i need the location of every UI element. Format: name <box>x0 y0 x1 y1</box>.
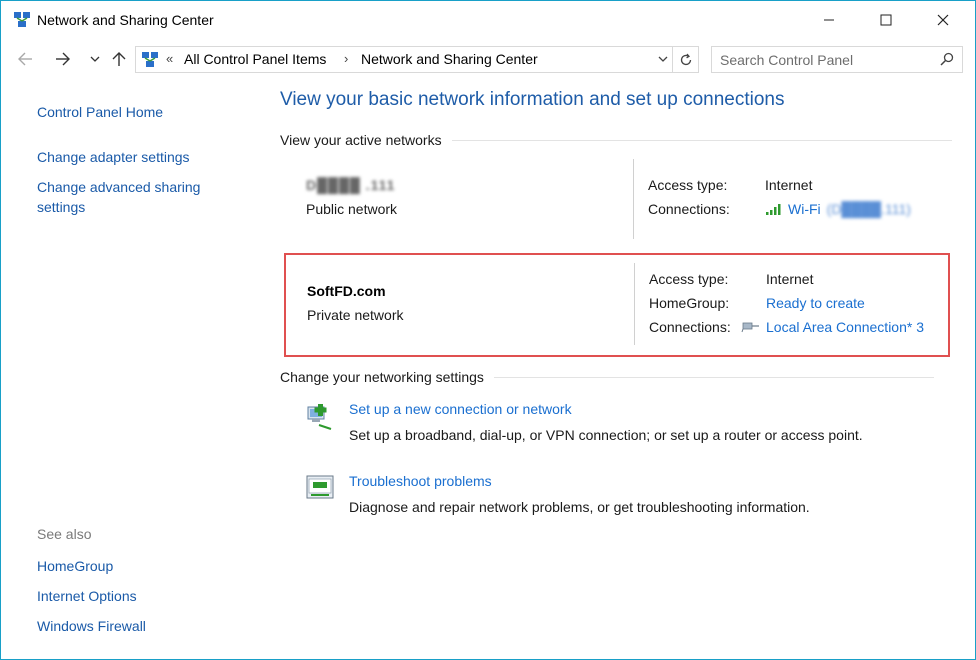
change-settings-section-header: Change your networking settings <box>280 369 960 385</box>
network-divider <box>634 263 635 345</box>
address-bar[interactable]: « All Control Panel Items › Network and … <box>135 46 673 73</box>
troubleshoot-icon <box>306 475 334 499</box>
connection-link[interactable]: Wi-Fi (D████.111) <box>765 201 911 217</box>
recent-locations-button[interactable] <box>83 47 107 71</box>
network-category: Private network <box>307 307 404 323</box>
chevron-down-icon <box>90 56 100 62</box>
minimize-icon <box>824 19 834 21</box>
connections-label: Connections: <box>648 201 730 217</box>
troubleshoot-description: Diagnose and repair network problems, or… <box>349 499 810 515</box>
control-panel-home-link[interactable]: Control Panel Home <box>37 102 163 122</box>
search-input[interactable] <box>712 47 932 72</box>
forward-button[interactable] <box>51 47 75 71</box>
access-type-label: Access type: <box>648 177 728 193</box>
change-settings-label: Change your networking settings <box>280 369 484 385</box>
new-connection-icon <box>307 404 332 430</box>
section-divider <box>451 139 952 141</box>
page-title: View your basic network information and … <box>280 89 785 110</box>
overflow-chevron[interactable]: « <box>166 51 173 66</box>
maximize-button[interactable] <box>863 1 909 39</box>
left-pane: Control Panel Home Change adapter settin… <box>1 81 263 659</box>
main-content: View your basic network information and … <box>263 81 975 659</box>
refresh-icon <box>680 53 691 65</box>
minimize-button[interactable] <box>806 1 852 39</box>
close-icon <box>937 14 949 26</box>
window-title: Network and Sharing Center <box>37 12 214 28</box>
chevron-down-icon <box>658 56 668 62</box>
change-adapter-settings-link[interactable]: Change adapter settings <box>37 147 190 167</box>
refresh-button[interactable] <box>673 46 699 73</box>
change-advanced-sharing-link[interactable]: Change advanced sharing settings <box>37 177 237 217</box>
section-divider <box>493 376 934 378</box>
maximize-icon <box>880 14 892 26</box>
local-area-connection-name[interactable]: Local Area Connection* 3 <box>766 319 924 335</box>
breadcrumb-current[interactable]: Network and Sharing Center <box>361 51 538 67</box>
breadcrumb-separator[interactable]: › <box>344 51 348 66</box>
homegroup-ready-link[interactable]: Ready to create <box>766 295 865 311</box>
back-arrow-icon <box>18 52 32 66</box>
network-app-icon <box>14 12 30 27</box>
see-also-heading: See also <box>37 526 92 542</box>
forward-arrow-icon <box>56 52 70 66</box>
address-dropdown[interactable] <box>658 51 668 65</box>
network-name: D████ .111 <box>306 177 396 193</box>
control-panel-icon <box>142 52 158 67</box>
internet-options-link[interactable]: Internet Options <box>37 586 137 606</box>
access-type-value: Internet <box>765 177 813 193</box>
homegroup-label: HomeGroup: <box>649 295 730 311</box>
troubleshoot-link[interactable]: Troubleshoot problems <box>349 473 492 489</box>
access-type-value: Internet <box>766 271 814 287</box>
network-card-highlighted: SoftFD.com Private network Access type: … <box>284 253 950 357</box>
search-box[interactable] <box>711 46 963 73</box>
network-category: Public network <box>306 201 398 217</box>
connections-label: Connections: <box>649 319 731 335</box>
windows-firewall-link[interactable]: Windows Firewall <box>37 616 146 636</box>
title-bar[interactable]: Network and Sharing Center <box>1 1 975 39</box>
setup-connection-link[interactable]: Set up a new connection or network <box>349 401 572 417</box>
connection-link[interactable]: Local Area Connection* 3 <box>741 319 924 335</box>
up-arrow-icon <box>112 52 126 66</box>
active-networks-section-header: View your active networks <box>280 132 960 148</box>
navigation-bar: « All Control Panel Items › Network and … <box>1 39 975 81</box>
network-card: D████ .111 Public network Access type: I… <box>285 159 947 239</box>
back-button[interactable] <box>13 47 37 71</box>
up-button[interactable] <box>107 47 131 71</box>
breadcrumb-all-items[interactable]: All Control Panel Items <box>184 51 326 67</box>
wifi-connection-name[interactable]: Wi-Fi <box>788 201 821 217</box>
wifi-signal-icon <box>766 204 781 215</box>
search-icon[interactable] <box>940 52 954 66</box>
close-button[interactable] <box>920 1 966 39</box>
setup-connection-description: Set up a broadband, dial-up, or VPN conn… <box>349 427 863 443</box>
ethernet-cable-icon <box>741 322 759 333</box>
active-networks-label: View your active networks <box>280 132 442 148</box>
homegroup-link[interactable]: HomeGroup <box>37 556 113 576</box>
network-divider <box>633 159 634 239</box>
access-type-label: Access type: <box>649 271 729 287</box>
window: Network and Sharing Center « All Control… <box>0 0 976 660</box>
wifi-connection-ssid[interactable]: (D████.111) <box>827 201 911 217</box>
network-name: SoftFD.com <box>307 283 386 299</box>
